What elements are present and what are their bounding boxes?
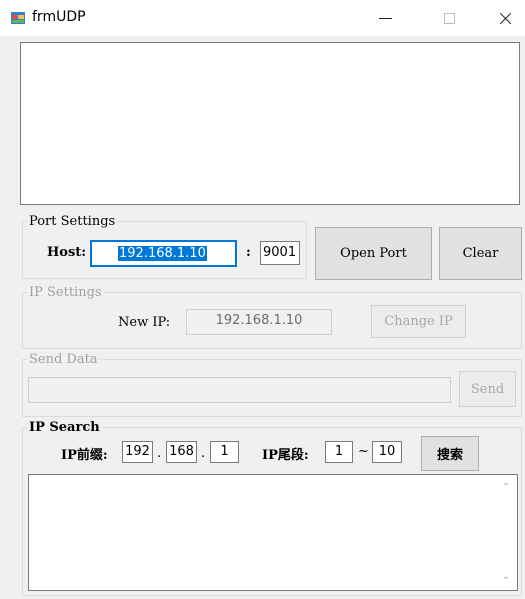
ip-prefix-octet-2-input[interactable]: 168 — [166, 441, 197, 463]
open-port-button[interactable]: Open Port — [315, 227, 432, 280]
host-label: Host: — [47, 245, 87, 260]
minimize-icon[interactable] — [362, 0, 408, 36]
ip-suffix-label: IP尾段: — [262, 448, 309, 463]
search-results-textbox[interactable]: ⌃ ⌄ — [28, 474, 518, 591]
clear-button[interactable]: Clear — [439, 227, 522, 280]
title-bar: frmUDP — [0, 0, 525, 36]
port-input[interactable]: 9001 — [260, 241, 300, 265]
maximize-icon[interactable] — [426, 0, 472, 36]
ip-dot-2: . — [201, 446, 206, 461]
ip-prefix-label: IP前缀: — [61, 448, 108, 463]
range-start-input[interactable]: 1 — [325, 441, 353, 463]
port-settings-legend: Port Settings — [29, 214, 116, 229]
scroll-down-icon[interactable]: ⌄ — [501, 572, 511, 582]
port-colon-label: : — [246, 245, 251, 260]
window-title: frmUDP — [32, 9, 86, 25]
new-ip-input: 192.168.1.10 — [186, 309, 332, 335]
send-button: Send — [459, 371, 516, 407]
range-end-input[interactable]: 10 — [372, 441, 402, 463]
ip-search-legend: IP Search — [29, 420, 100, 435]
scroll-up-icon[interactable]: ⌃ — [501, 483, 511, 493]
host-value: 192.168.1.10 — [118, 246, 207, 261]
ip-prefix-octet-1-input[interactable]: 192 — [122, 441, 153, 463]
new-ip-label: New IP: — [118, 315, 171, 330]
ip-settings-legend: IP Settings — [29, 285, 102, 300]
receive-log-textbox[interactable] — [20, 42, 520, 205]
ip-prefix-octet-3-input[interactable]: 1 — [210, 441, 239, 463]
host-input[interactable]: 192.168.1.10 — [90, 240, 237, 267]
send-data-legend: Send Data — [29, 352, 98, 367]
app-window-icon — [11, 12, 25, 24]
close-icon[interactable] — [482, 0, 525, 36]
ip-dot-1: . — [157, 446, 162, 461]
range-tilde: ~ — [358, 444, 369, 459]
send-data-input — [28, 377, 451, 403]
search-button[interactable]: 搜索 — [421, 436, 479, 471]
change-ip-button: Change IP — [371, 305, 466, 338]
